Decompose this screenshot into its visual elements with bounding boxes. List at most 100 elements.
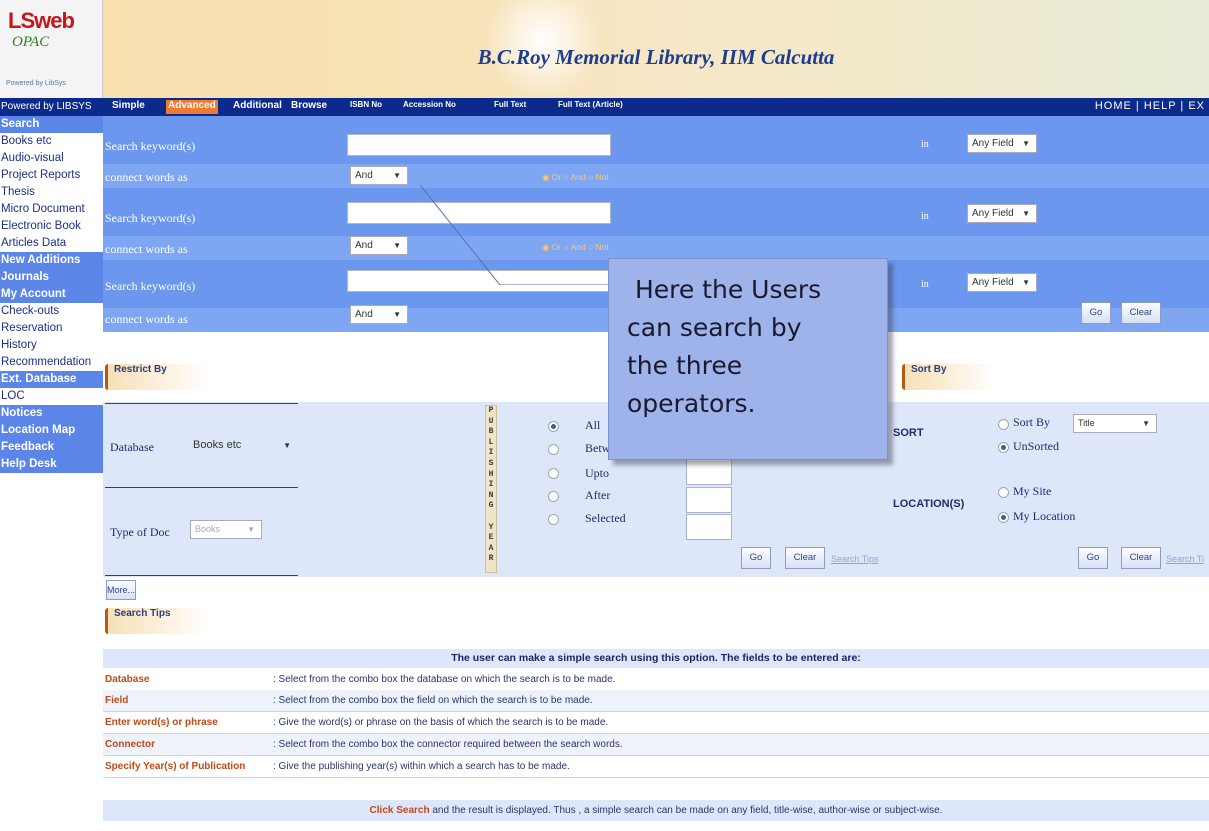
tip-value: : Select from the combo box the connecto… [273,739,623,750]
chevron-down-icon: ▼ [1022,209,1030,218]
sort-by-radio[interactable] [998,419,1009,430]
sidebar-item-project-reports[interactable]: Project Reports [0,167,103,184]
logo-powered: Powered by LibSys [6,80,66,87]
sidebar-item-new-additions[interactable]: New Additions [0,252,103,269]
restrict-go-button[interactable]: Go [741,547,771,569]
my-location-text: My Location [1013,509,1076,523]
chevron-down-icon: ▼ [1022,139,1030,148]
sort-clear-button[interactable]: Clear [1121,547,1161,569]
tip-key: Field [105,695,129,706]
sidebar-item-journals[interactable]: Journals [0,269,103,286]
year-radio-all[interactable] [548,421,559,432]
connector-select-1[interactable]: And ▼ [350,166,408,185]
page-title: B.C.Roy Memorial Library, IIM Calcutta [477,45,835,69]
callout-pointer [420,185,620,285]
tab-fulltext-article[interactable]: Full Text (Article) [558,100,623,114]
connect-label-2: connect words as [105,242,188,256]
sidebar-item-loc[interactable]: LOC [0,388,103,405]
powered-by: Powered by LIBSYS [0,98,103,116]
annotation-callout: Here the Users can search by the three o… [608,258,888,460]
click-search-link[interactable]: Click Search [370,805,430,816]
sidebar-item-location-map[interactable]: Location Map [0,422,103,439]
sidebar-item-electronic-book[interactable]: Electronic Book [0,218,103,235]
field-select-3[interactable]: Any Field ▼ [967,273,1037,292]
connect-label-3: connect words as [105,312,188,326]
chevron-down-icon: ▼ [283,441,291,450]
tab-advanced[interactable]: Advanced [166,100,218,114]
tab-fulltext[interactable]: Full Text [494,100,526,114]
chevron-down-icon: ▼ [1022,278,1030,287]
tip-key: Specify Year(s) of Publication [105,761,246,772]
sidebar-item-reservation[interactable]: Reservation [0,320,103,337]
tips-intro: The user can make a simple search using … [103,649,1209,668]
connector-select-2[interactable]: And ▼ [350,236,408,255]
table-row: Database: Select from the combo box the … [103,669,1209,691]
year-radio-after[interactable] [548,491,559,502]
sidebar-item-feedback[interactable]: Feedback [0,439,103,456]
table-row: Field : Select from the combo box the fie… [103,690,1209,712]
in-label-3: in [921,279,929,290]
restrict-search-tips-link[interactable]: Search Tips [831,554,879,564]
my-site-radio[interactable] [998,487,1009,498]
sort-search-tips-link[interactable]: Search Ti [1166,554,1204,564]
my-location-radio[interactable] [998,512,1009,523]
year-radio-upto[interactable] [548,468,559,479]
year-input-selected[interactable] [686,514,732,540]
tip-key: Enter word(s) or phrase [105,717,218,728]
sidebar-item-ext-database[interactable]: Ext. Database [0,371,103,388]
sidebar-item-search[interactable]: Search [0,116,103,133]
sidebar-item-articles-data[interactable]: Articles Data [0,235,103,252]
tab-browse[interactable]: Browse [291,100,327,114]
sidebar-item-books[interactable]: Books etc [0,133,103,150]
tab-simple[interactable]: Simple [112,100,145,114]
sidebar-item-notices[interactable]: Notices [0,405,103,422]
chevron-down-icon: ▼ [1142,419,1150,428]
keyword-label-3: Search keyword(s) [105,279,196,293]
operator-radios-1[interactable]: ◉ Or ○ And ○ Not [542,172,609,183]
doctype-select[interactable]: Books ▼ [190,520,262,539]
tab-additional[interactable]: Additional [233,100,282,114]
year-input-after[interactable] [686,487,732,513]
sidebar-item-thesis[interactable]: Thesis [0,184,103,201]
unsorted-radio[interactable] [998,442,1009,453]
chevron-down-icon: ▼ [393,171,401,180]
sort-go-button[interactable]: Go [1078,547,1108,569]
sort-field-select[interactable]: Title ▼ [1073,414,1157,433]
my-site-text: My Site [1013,484,1052,498]
restrict-clear-button[interactable]: Clear [785,547,825,569]
year-opt-upto: Upto [585,466,609,480]
year-input-upto[interactable] [686,459,732,485]
year-opt-all: All [585,418,601,432]
go-button[interactable]: Go [1081,302,1111,324]
tip-value: : Select from the combo box the field on… [273,695,593,706]
database-select[interactable]: Books etc ▼ [189,437,297,456]
restrict-by-header: Restrict By [105,364,209,390]
tab-isbn[interactable]: ISBN No [350,100,382,114]
sort-by-text: Sort By [1013,415,1051,429]
sidebar-item-audio-visual[interactable]: Audio-visual [0,150,103,167]
year-radio-between[interactable] [548,444,559,455]
search-tips-link[interactable]: Search Ti [1166,308,1204,318]
sidebar-item-history[interactable]: History [0,337,103,354]
sidebar-item-check-outs[interactable]: Check-outs [0,303,103,320]
chevron-down-icon: ▼ [393,310,401,319]
database-label: Database [110,440,154,454]
sidebar-item-recommendation[interactable]: Recommendation [0,354,103,371]
clear-button[interactable]: Clear [1121,302,1161,324]
home-help-links[interactable]: HOME | HELP | EX [1095,100,1205,112]
tab-accession[interactable]: Accession No [403,100,456,114]
sidebar-item-micro-document[interactable]: Micro Document [0,201,103,218]
sidebar-item-my-account[interactable]: My Account [0,286,103,303]
field-select-1[interactable]: Any Field ▼ [967,134,1037,153]
publishing-year-label: PUBLISHINGYEAR [485,405,497,573]
keyword-input-1[interactable] [347,134,611,156]
more-button[interactable]: More... [106,580,136,600]
tips-footer: Click Search and the result is displayed… [103,800,1209,821]
field-select-2[interactable]: Any Field ▼ [967,204,1037,223]
year-opt-selected: Selected [585,511,626,525]
sort-label: SORT [893,427,924,439]
sidebar-item-help-desk[interactable]: Help Desk [0,456,103,473]
year-radio-selected[interactable] [548,514,559,525]
header-banner: B.C.Roy Memorial Library, IIM Calcutta [103,0,1209,100]
connector-select-3[interactable]: And ▼ [350,305,408,324]
